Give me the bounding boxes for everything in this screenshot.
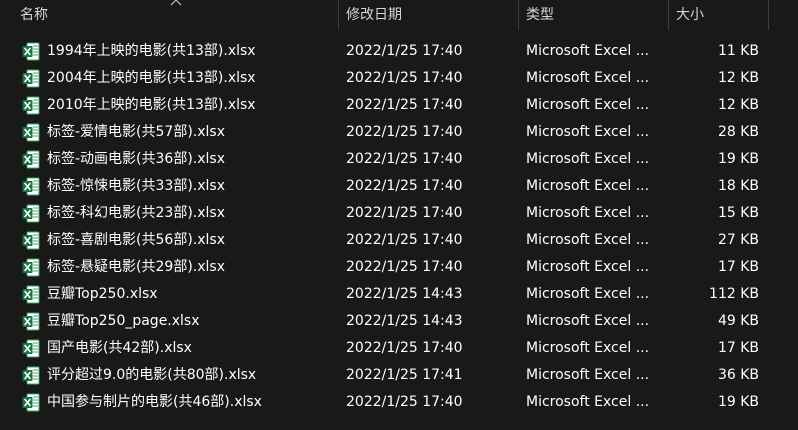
- file-list-view: 名称 修改日期 类型 大小 1994年上映的电影(共13部).xlsx 2022/…: [0, 0, 798, 430]
- file-size: 17 KB: [717, 340, 759, 356]
- file-size: 28 KB: [717, 124, 759, 140]
- file-row[interactable]: 豆瓣Top250.xlsx 2022/1/25 14:43 Microsoft Ex…: [0, 281, 798, 308]
- file-type: Microsoft Excel ...: [526, 340, 650, 356]
- excel-file-icon: [22, 393, 40, 412]
- file-row[interactable]: 豆瓣Top250_page.xlsx 2022/1/25 14:43 Microso…: [0, 308, 798, 335]
- file-row[interactable]: 中国参与制片的电影(共46部).xlsx 2022/1/25 17:40 Micro…: [0, 389, 798, 416]
- column-header-date[interactable]: 修改日期: [338, 0, 518, 30]
- file-modified-date: 2022/1/25 17:40: [346, 340, 463, 356]
- file-size: 36 KB: [717, 367, 759, 383]
- file-modified-date: 2022/1/25 17:40: [346, 151, 463, 167]
- file-modified-date: 2022/1/25 17:40: [346, 205, 463, 221]
- file-size: 18 KB: [717, 178, 759, 194]
- file-name: 标签-爱情电影(共57部).xlsx: [47, 124, 225, 140]
- file-row[interactable]: 标签-惊悚电影(共33部).xlsx 2022/1/25 17:40 Microso…: [0, 173, 798, 200]
- file-name: 2010年上映的电影(共13部).xlsx: [47, 97, 256, 113]
- file-name: 评分超过9.0的电影(共80部).xlsx: [47, 367, 257, 383]
- file-name: 标签-惊悚电影(共33部).xlsx: [47, 178, 225, 194]
- file-row[interactable]: 标签-爱情电影(共57部).xlsx 2022/1/25 17:40 Microso…: [0, 119, 798, 146]
- file-modified-date: 2022/1/25 14:43: [346, 286, 463, 302]
- file-modified-date: 2022/1/25 17:40: [346, 70, 463, 86]
- file-name: 豆瓣Top250.xlsx: [47, 286, 158, 302]
- file-type: Microsoft Excel ...: [526, 286, 650, 302]
- file-row[interactable]: 2010年上映的电影(共13部).xlsx 2022/1/25 17:40 Micr…: [0, 92, 798, 119]
- column-header-size[interactable]: 大小: [668, 0, 768, 30]
- excel-file-icon: [22, 69, 40, 88]
- chevron-up-icon[interactable]: [170, 0, 182, 6]
- file-size: 19 KB: [717, 394, 759, 410]
- file-type: Microsoft Excel ...: [526, 313, 650, 329]
- file-type: Microsoft Excel ...: [526, 151, 650, 167]
- file-modified-date: 2022/1/25 17:40: [346, 124, 463, 140]
- file-name: 2004年上映的电影(共13部).xlsx: [47, 70, 256, 86]
- file-row[interactable]: 标签-悬疑电影(共29部).xlsx 2022/1/25 17:40 Microso…: [0, 254, 798, 281]
- file-modified-date: 2022/1/25 17:41: [346, 367, 463, 383]
- file-type: Microsoft Excel ...: [526, 124, 650, 140]
- file-row[interactable]: 国产电影(共42部).xlsx 2022/1/25 17:40 Microsoft …: [0, 335, 798, 362]
- file-type: Microsoft Excel ...: [526, 97, 650, 113]
- excel-file-icon: [22, 258, 40, 277]
- file-size: 17 KB: [717, 259, 759, 275]
- file-size: 27 KB: [717, 232, 759, 248]
- file-row[interactable]: 2004年上映的电影(共13部).xlsx 2022/1/25 17:40 Micr…: [0, 65, 798, 92]
- file-size: 11 KB: [717, 43, 759, 59]
- file-name: 国产电影(共42部).xlsx: [47, 340, 192, 356]
- file-size: 112 KB: [709, 286, 759, 302]
- file-modified-date: 2022/1/25 17:40: [346, 178, 463, 194]
- file-name: 1994年上映的电影(共13部).xlsx: [47, 43, 256, 59]
- file-type: Microsoft Excel ...: [526, 367, 650, 383]
- file-modified-date: 2022/1/25 17:40: [346, 394, 463, 410]
- excel-file-icon: [22, 285, 40, 304]
- file-name: 标签-喜剧电影(共56部).xlsx: [47, 232, 225, 248]
- file-type: Microsoft Excel ...: [526, 205, 650, 221]
- file-type: Microsoft Excel ...: [526, 43, 650, 59]
- file-size: 19 KB: [717, 151, 759, 167]
- file-type: Microsoft Excel ...: [526, 232, 650, 248]
- excel-file-icon: [22, 339, 40, 358]
- file-rows: 1994年上映的电影(共13部).xlsx 2022/1/25 17:40 Micr…: [0, 38, 798, 416]
- file-type: Microsoft Excel ...: [526, 70, 650, 86]
- file-modified-date: 2022/1/25 17:40: [346, 232, 463, 248]
- file-name: 标签-悬疑电影(共29部).xlsx: [47, 259, 225, 275]
- file-type: Microsoft Excel ...: [526, 259, 650, 275]
- excel-file-icon: [22, 366, 40, 385]
- file-size: 12 KB: [717, 97, 759, 113]
- excel-file-icon: [22, 177, 40, 196]
- column-header-bar: 名称 修改日期 类型 大小: [0, 0, 798, 30]
- file-type: Microsoft Excel ...: [526, 178, 650, 194]
- excel-file-icon: [22, 312, 40, 331]
- file-row[interactable]: 标签-科幻电影(共23部).xlsx 2022/1/25 17:40 Microso…: [0, 200, 798, 227]
- file-modified-date: 2022/1/25 17:40: [346, 259, 463, 275]
- file-name: 中国参与制片的电影(共46部).xlsx: [47, 394, 262, 410]
- file-row[interactable]: 标签-动画电影(共36部).xlsx 2022/1/25 17:40 Microso…: [0, 146, 798, 173]
- excel-file-icon: [22, 42, 40, 61]
- file-type: Microsoft Excel ...: [526, 394, 650, 410]
- file-name: 标签-科幻电影(共23部).xlsx: [47, 205, 225, 221]
- file-size: 12 KB: [717, 70, 759, 86]
- file-name: 标签-动画电影(共36部).xlsx: [47, 151, 225, 167]
- file-modified-date: 2022/1/25 17:40: [346, 97, 463, 113]
- file-size: 15 KB: [717, 205, 759, 221]
- file-row[interactable]: 标签-喜剧电影(共56部).xlsx 2022/1/25 17:40 Microso…: [0, 227, 798, 254]
- file-row[interactable]: 评分超过9.0的电影(共80部).xlsx 2022/1/25 17:41 Micr…: [0, 362, 798, 389]
- excel-file-icon: [22, 123, 40, 142]
- excel-file-icon: [22, 231, 40, 250]
- excel-file-icon: [22, 204, 40, 223]
- file-modified-date: 2022/1/25 17:40: [346, 43, 463, 59]
- excel-file-icon: [22, 96, 40, 115]
- column-divider[interactable]: [768, 0, 769, 30]
- file-name: 豆瓣Top250_page.xlsx: [47, 313, 200, 329]
- file-modified-date: 2022/1/25 14:43: [346, 313, 463, 329]
- file-row[interactable]: 1994年上映的电影(共13部).xlsx 2022/1/25 17:40 Micr…: [0, 38, 798, 65]
- file-size: 49 KB: [717, 313, 759, 329]
- excel-file-icon: [22, 150, 40, 169]
- column-header-type[interactable]: 类型: [518, 0, 668, 30]
